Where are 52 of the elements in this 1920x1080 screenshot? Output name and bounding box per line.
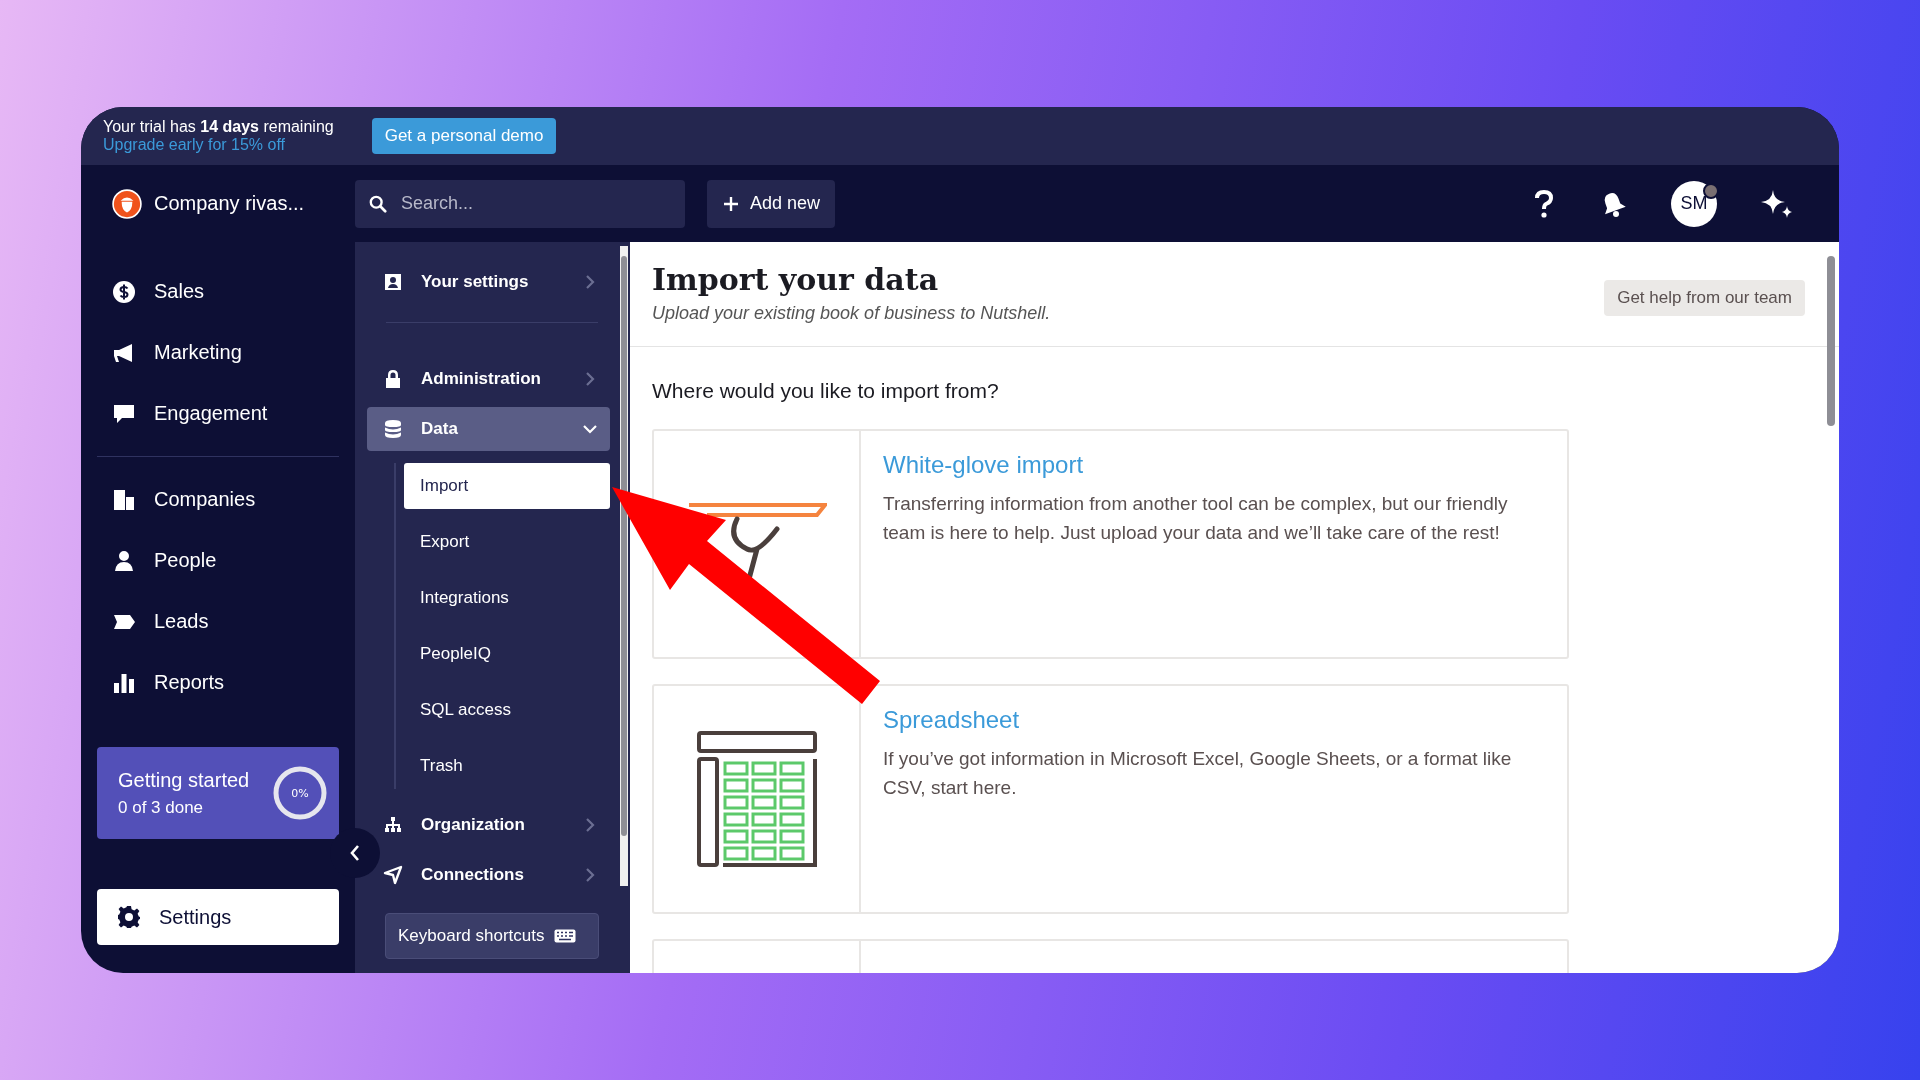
nav-item[interactable]: Marketing — [97, 322, 339, 383]
getting-started-title: Getting started — [118, 768, 250, 792]
submenu-item[interactable]: PeopleIQ — [404, 631, 503, 677]
submenu-item[interactable]: Trash — [404, 743, 475, 789]
nav-item[interactable]: People — [97, 530, 339, 591]
keyboard-icon — [554, 929, 577, 943]
scrollbar[interactable] — [620, 246, 628, 886]
nav-item[interactable]: Sales — [97, 261, 339, 322]
keyboard-shortcuts-button[interactable]: Keyboard shortcuts — [385, 913, 599, 959]
upgrade-link[interactable]: Upgrade early for 15% off — [103, 136, 334, 154]
menu-icon — [383, 419, 403, 439]
progress-percent: 0% — [291, 786, 309, 800]
settings-icon — [117, 905, 141, 929]
settings-menu-item[interactable]: Administration — [367, 357, 610, 401]
menu-icon — [383, 815, 403, 835]
chevron-left-icon — [349, 844, 361, 862]
option-description: If you’ve got information in Microsoft Excel, Google Sheets, or a format like CSV, start here. — [883, 747, 1513, 800]
submenu-item[interactable]: Import — [404, 463, 610, 509]
menu-icon — [383, 369, 403, 389]
add-new-button[interactable]: Add new — [707, 179, 836, 228]
nav-item[interactable]: Engagement — [97, 383, 339, 444]
get-help-button[interactable]: Get help from our team — [1604, 280, 1805, 316]
nav-icon — [112, 487, 136, 512]
settings-button[interactable]: Settings — [97, 889, 339, 945]
page-title: Import your data — [652, 262, 940, 297]
submenu-item[interactable]: Integrations — [404, 575, 521, 621]
import-option-card[interactable]: Spreadsheet If you’ve got information in Microsoft Excel, Google Sheets, or a format like CSV, start here. — [652, 684, 1569, 914]
option-description: Transferring information from another tool can be complex, but our friendly team is here to help. Just upload your data and we’ll take care of the rest! — [883, 492, 1509, 545]
help-icon[interactable] — [1533, 188, 1555, 219]
settings-menu-item[interactable]: Data — [367, 407, 610, 451]
nav-item[interactable]: Companies — [97, 469, 339, 530]
menu-icon — [383, 865, 403, 885]
menu-icon — [383, 272, 403, 292]
nav-icon — [112, 279, 136, 304]
nav-icon — [112, 548, 136, 573]
settings-menu-item[interactable]: Organization — [367, 803, 610, 847]
submenu-item[interactable]: SQL access — [404, 687, 524, 733]
progress-text: 0 of 3 done — [118, 797, 205, 818]
page-subtitle: Upload your existing book of business to Nutshell. — [652, 303, 1051, 324]
getting-started-card[interactable]: Getting started 0 of 3 done 0% — [97, 747, 339, 839]
section-question: Where would you like to import from? — [652, 379, 1000, 403]
progress-ring — [273, 766, 327, 820]
plus-icon — [722, 194, 740, 213]
settings-menu-item[interactable]: Your settings — [367, 260, 610, 304]
search-field[interactable]: Search... — [355, 179, 685, 228]
nav-item[interactable]: Leads — [97, 591, 339, 652]
acorn-logo-icon — [112, 188, 142, 219]
trial-text: Your trial has 14 days remaining — [103, 118, 334, 136]
user-avatar[interactable]: SM — [1671, 180, 1717, 227]
company-switcher[interactable]: Company rivas... — [81, 188, 355, 219]
submenu-item[interactable]: Export — [404, 519, 482, 565]
nav-item[interactable]: Reports — [97, 652, 339, 713]
